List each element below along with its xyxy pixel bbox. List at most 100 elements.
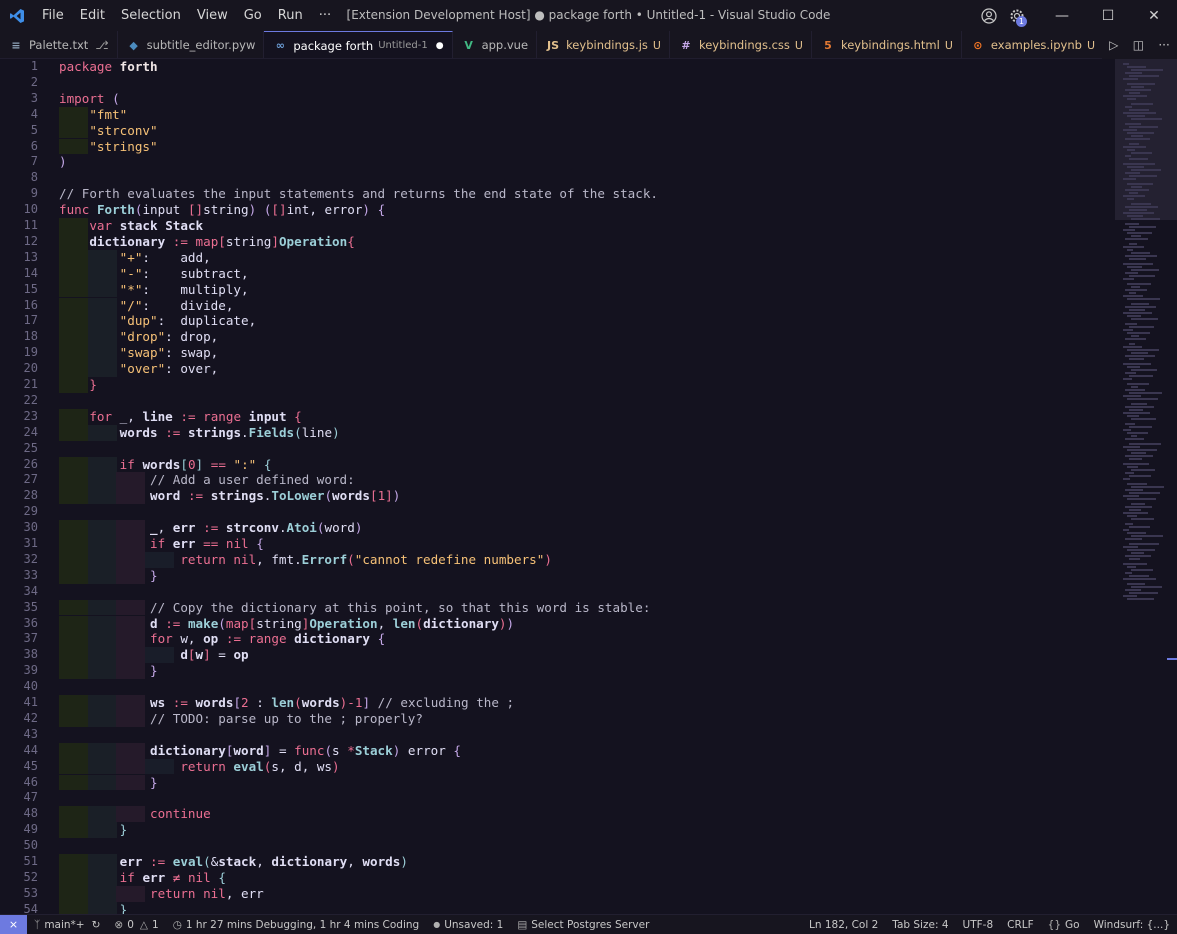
code-line[interactable]: 40 — [0, 679, 1110, 695]
code-line[interactable]: 5 "strconv" — [0, 122, 1110, 139]
code-line[interactable]: 48 continue — [0, 806, 1110, 823]
menu-go[interactable]: Go — [236, 0, 270, 31]
minimize-button[interactable]: — — [1039, 0, 1085, 31]
code-line[interactable]: 20 "over": over, — [0, 361, 1110, 377]
menu-selection[interactable]: Selection — [113, 0, 189, 31]
code-line[interactable]: 13 "+": add, — [0, 249, 1110, 266]
code-line[interactable]: 23 for _, line := range input { — [0, 408, 1110, 425]
code-line[interactable]: 52 if err ≠ nil { — [0, 869, 1110, 886]
tab-size[interactable]: Tab Size: 4 — [885, 919, 955, 931]
language-mode[interactable]: {} Go — [1041, 919, 1087, 931]
remote-indicator-icon[interactable]: ⨯ — [0, 914, 27, 934]
postgres-selector[interactable]: ▤ Select Postgres Server — [510, 919, 656, 931]
code-line[interactable]: 10 func Forth(input []string) ([]int, err… — [0, 202, 1110, 218]
minimap-line — [1123, 278, 1134, 280]
tab-7[interactable]: ⊙ examples.ipynb U — [962, 31, 1104, 58]
menu-edit[interactable]: Edit — [72, 0, 113, 31]
code-line[interactable]: 7) — [0, 154, 1110, 170]
code-line[interactable]: 49 } — [0, 822, 1110, 839]
code-line[interactable]: 1 package forth — [0, 59, 1110, 75]
code-line[interactable]: 17 "dup": duplicate, — [0, 313, 1110, 330]
menu-view[interactable]: View — [189, 0, 236, 31]
end-of-line[interactable]: CRLF — [1000, 919, 1041, 931]
code-line[interactable]: 44 dictionary[word] = func(s *Stack) err… — [0, 742, 1110, 759]
split-editor-icon[interactable]: ◫ — [1133, 38, 1144, 52]
code-line[interactable]: 16 "/": divide, — [0, 297, 1110, 314]
tab-5[interactable]: # keybindings.css U — [670, 31, 812, 58]
code-line[interactable]: 45 return eval(s, d, ws) — [0, 758, 1110, 775]
unsaved-indicator[interactable]: ● Unsaved: 1 — [426, 919, 510, 931]
tab-3[interactable]: Vapp.vue — [453, 31, 538, 58]
more-actions-icon[interactable]: ··· — [1158, 38, 1169, 52]
code-line[interactable]: 3 import ( — [0, 91, 1110, 107]
code-line[interactable]: 21 } — [0, 377, 1110, 393]
code-line[interactable]: 8 — [0, 170, 1110, 186]
encoding[interactable]: UTF-8 — [956, 919, 1001, 931]
code-line[interactable]: 26 if words[0] == ":" { — [0, 456, 1110, 473]
code-line[interactable]: 41 ws := words[2 : len(words)-1] // excl… — [0, 695, 1110, 711]
code-line[interactable]: 39 } — [0, 663, 1110, 680]
menu-file[interactable]: File — [34, 0, 72, 31]
code-line[interactable]: 29 — [0, 504, 1110, 520]
code-line[interactable]: 19 "swap": swap, — [0, 345, 1110, 362]
unsaved-dot-icon[interactable]: ● — [436, 41, 444, 51]
code-line[interactable]: 34 — [0, 584, 1110, 600]
pin-icon[interactable]: ⎇ — [95, 38, 108, 52]
sync-icon[interactable]: ↻ — [92, 919, 101, 931]
code-line[interactable]: 15 "*": multiply, — [0, 281, 1110, 298]
code-line[interactable]: 27 // Add a user defined word: — [0, 472, 1110, 489]
account-icon[interactable] — [975, 0, 1003, 31]
menu-run[interactable]: Run — [270, 0, 311, 31]
code-line[interactable]: 9 // Forth evaluates the input statements… — [0, 186, 1110, 202]
code-line[interactable]: 46 } — [0, 774, 1110, 791]
time-tracker[interactable]: ◷ 1 hr 27 mins Debugging, 1 hr 4 mins Co… — [166, 919, 427, 931]
tab-6[interactable]: 5 keybindings.html U — [812, 31, 962, 58]
code-line[interactable]: 6 "strings" — [0, 138, 1110, 155]
code-line[interactable]: 51 err := eval(&stack, dictionary, words… — [0, 854, 1110, 870]
code-line[interactable]: 43 — [0, 727, 1110, 743]
code-line[interactable]: 14 "-": subtract, — [0, 265, 1110, 282]
code-line[interactable]: 54 } — [0, 901, 1110, 914]
tab-4[interactable]: JS keybindings.js U — [537, 31, 670, 58]
code-line[interactable]: 22 — [0, 393, 1110, 409]
code-line[interactable]: 12 dictionary := map[string]Operation{ — [0, 233, 1110, 250]
code-line[interactable]: 38 d[w] = op — [0, 647, 1110, 664]
git-branch[interactable]: ᛉ main*+ ↻ — [27, 919, 107, 931]
tab-0[interactable]: ≡ Palette.txt ⎇ — [0, 31, 118, 58]
code-line[interactable]: 37 for w, op := range dictionary { — [0, 631, 1110, 648]
tab-2[interactable]: ∞ package forth Untitled-1 ● — [264, 31, 453, 58]
minimap[interactable] — [1115, 59, 1177, 914]
code-line[interactable]: 31 if err == nil { — [0, 536, 1110, 552]
close-button[interactable]: ✕ — [1131, 0, 1177, 31]
code-line[interactable]: 28 word := strings.ToLower(words[1]) — [0, 488, 1110, 505]
code-line[interactable]: 2 — [0, 75, 1110, 91]
code-line[interactable]: 30 _, err := strconv.Atoi(word) — [0, 520, 1110, 536]
code-line[interactable]: 33 } — [0, 567, 1110, 584]
code-editor[interactable]: 1 package forth 2 3 import (4 "fmt" 5 "strcon… — [0, 59, 1177, 914]
code-line[interactable]: 11 var stack Stack — [0, 218, 1110, 234]
code-token: error — [400, 742, 454, 758]
code-line[interactable]: 32 return nil, fmt.Errorf("cannot redefi… — [0, 551, 1110, 568]
code-line[interactable]: 53 return nil, err — [0, 885, 1110, 902]
code-token: ) — [354, 520, 363, 536]
windsurf-status[interactable]: Windsurf: {...} — [1087, 919, 1177, 931]
code-line[interactable]: 36 d := make(map[string]Operation, len(d… — [0, 615, 1110, 632]
maximize-button[interactable]: ☐ — [1085, 0, 1131, 31]
menu-more[interactable]: ··· — [311, 0, 339, 31]
settings-gear-icon[interactable]: 1 — [1003, 0, 1031, 31]
line-number: 3 — [30, 90, 38, 105]
code-line[interactable]: 25 — [0, 441, 1110, 457]
code-line[interactable]: 35 // Copy the dictionary at this point,… — [0, 599, 1110, 616]
code-line[interactable]: 42 // TODO: parse up to the ; properly? — [0, 710, 1110, 727]
code-line[interactable]: 47 — [0, 790, 1110, 806]
code-line[interactable]: 18 "drop": drop, — [0, 329, 1110, 346]
problems-indicator[interactable]: ⊗ 0 △ 1 — [107, 919, 165, 931]
code-line[interactable]: 24 words := strings.Fields(line) — [0, 424, 1110, 441]
tab-1[interactable]: ◆ subtitle_editor.pyw — [118, 31, 265, 58]
code-line[interactable]: 4 "fmt" — [0, 106, 1110, 123]
code-line[interactable]: 50 — [0, 838, 1110, 854]
code-token: "over" — [119, 361, 166, 377]
run-icon[interactable]: ▷ — [1109, 38, 1118, 52]
cursor-position[interactable]: Ln 182, Col 2 — [802, 919, 885, 931]
